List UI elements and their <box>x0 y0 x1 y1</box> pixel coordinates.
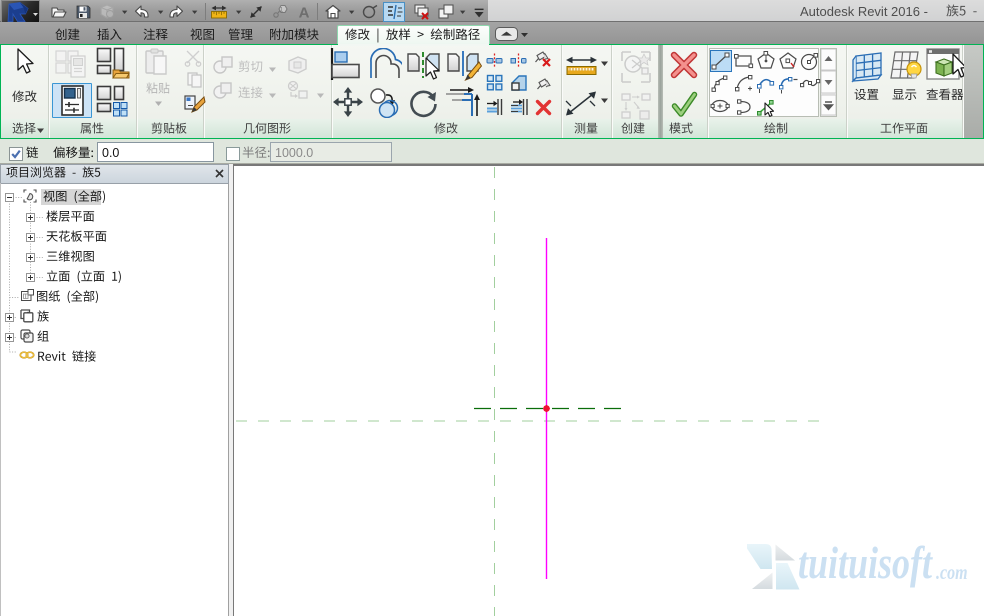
svg-text:.com: .com <box>936 561 968 583</box>
svg-text:tuituisoft: tuituisoft <box>798 538 933 588</box>
svg-text:A: A <box>299 5 310 22</box>
